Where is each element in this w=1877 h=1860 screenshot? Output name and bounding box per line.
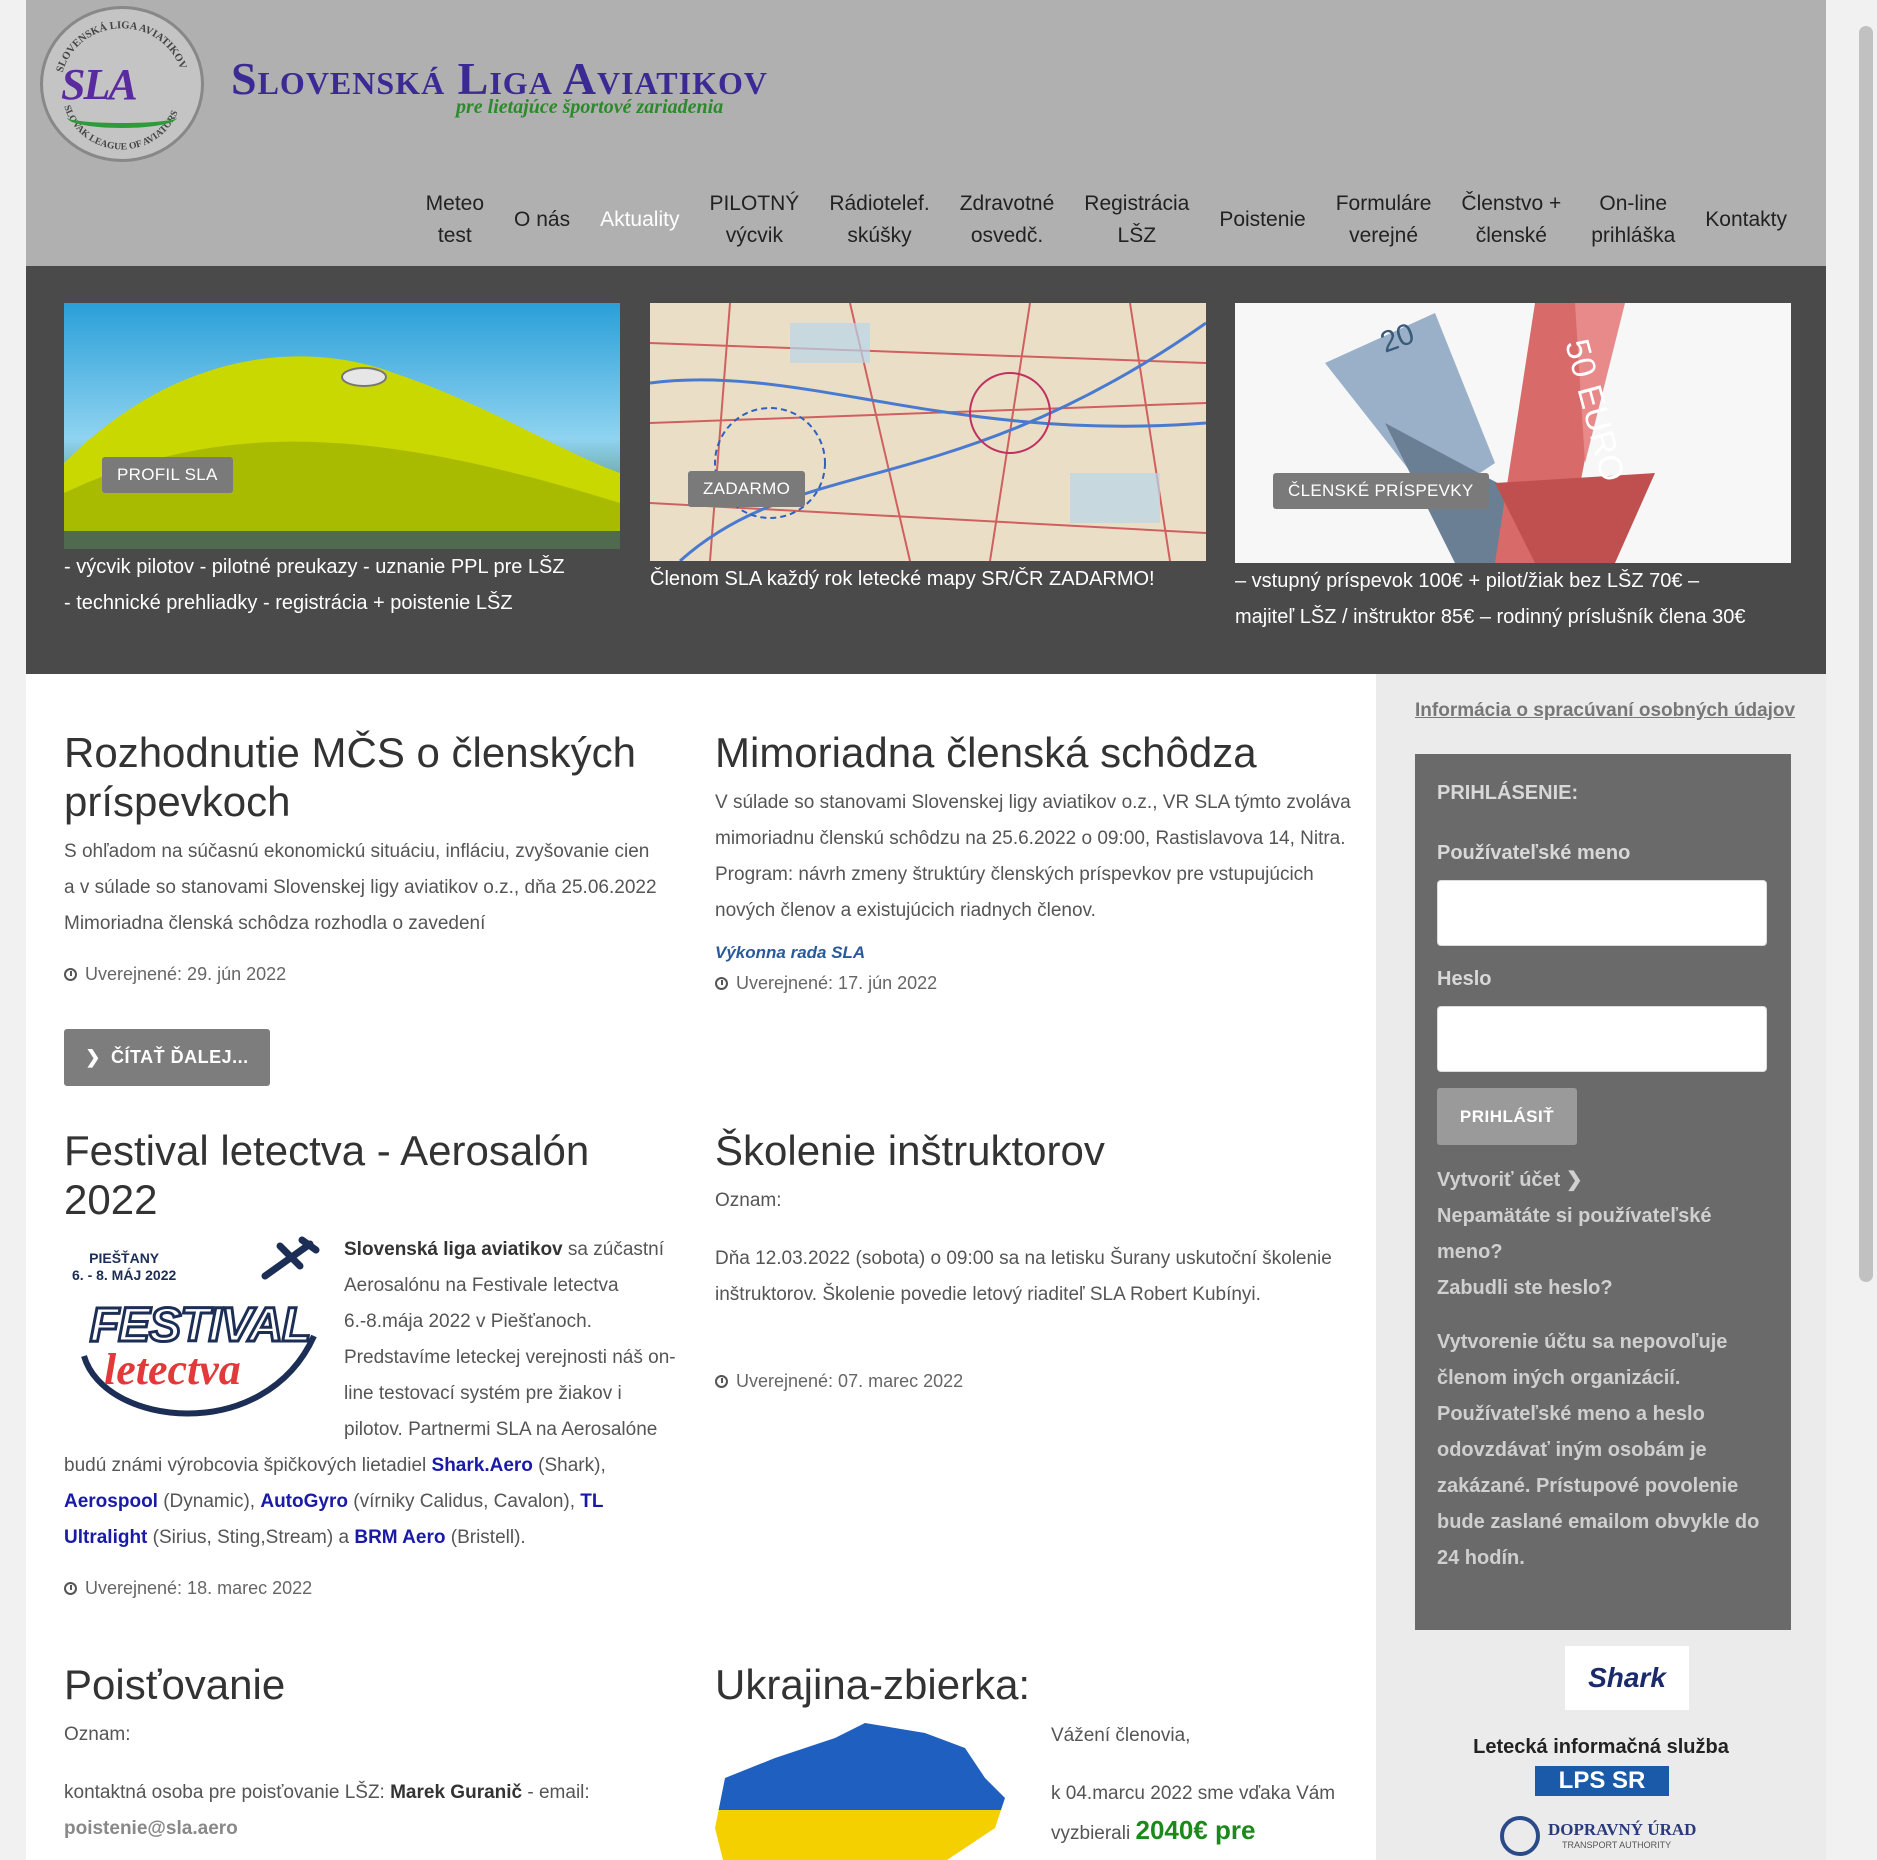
nav-o-nas[interactable]: O nás bbox=[499, 204, 585, 236]
featured-image-wing[interactable] bbox=[64, 303, 620, 549]
article-body: poistenie@sla.aero bbox=[64, 1811, 684, 1847]
email-link[interactable]: poistenie@sla.aero bbox=[64, 1818, 238, 1839]
nav-registracia[interactable]: Registrácia LŠZ bbox=[1069, 188, 1204, 252]
article-body: Oznam: bbox=[715, 1190, 782, 1211]
article-body: Oznam: bbox=[64, 1724, 131, 1745]
nav-pilotny-vycvik[interactable]: PILOTNÝ výcvik bbox=[694, 188, 814, 252]
article-date: Uverejnené: 18. marec 2022 bbox=[64, 1578, 684, 1599]
dopravny-urad-logo[interactable]: DOPRAVNÝ ÚRAD TRANSPORT AUTHORITY bbox=[1500, 1816, 1710, 1860]
nav-aktuality[interactable]: Aktuality bbox=[585, 204, 694, 236]
clock-icon bbox=[715, 1375, 728, 1388]
nav-poistenie[interactable]: Poistenie bbox=[1204, 204, 1320, 236]
featured-card-prispevky[interactable]: 20 50 EURO ČLENSKÉ PRÍSPEVKY – vstupný p… bbox=[1235, 303, 1791, 643]
link-shark-aero[interactable]: Shark.Aero bbox=[432, 1455, 533, 1476]
nav-formulare[interactable]: Formuláre verejné bbox=[1321, 188, 1447, 252]
logo-swoosh bbox=[67, 107, 177, 128]
article-title[interactable]: Festival letectva - Aerosalón 2022 bbox=[64, 1126, 684, 1224]
article-ukrajina-zbierka: Ukrajina-zbierka: Vážení členovia, k 04.… bbox=[715, 1660, 1355, 1860]
featured-tag[interactable]: ČLENSKÉ PRÍSPEVKY bbox=[1273, 473, 1489, 509]
nav-radiotelef[interactable]: Rádiotelef. skúšky bbox=[814, 188, 944, 252]
article-date: Uverejnené: 29. jún 2022 bbox=[64, 964, 664, 985]
du-emblem-icon bbox=[1500, 1816, 1540, 1856]
article-title[interactable]: Ukrajina-zbierka: bbox=[715, 1660, 1355, 1709]
article-title[interactable]: Rozhodnutie MČS o členských príspevkoch bbox=[64, 728, 664, 826]
nav-meteo[interactable]: Meteo test bbox=[411, 188, 499, 252]
article-body: k 04.marcu 2022 sme vďaka Vám vyzbierali… bbox=[1051, 1783, 1336, 1845]
scrollbar[interactable] bbox=[1855, 0, 1877, 1860]
lis-title: Letecká informačná služba bbox=[1473, 1736, 1729, 1758]
page: SLOVENSKÁ LIGA AVIATIKOV SLOVAK LEAGUE O… bbox=[26, 0, 1826, 1860]
forgot-username-link[interactable]: Nepamätáte si používateľské meno? bbox=[1437, 1198, 1777, 1270]
featured-caption-line: - výcvik pilotov - pilotné preukazy - uz… bbox=[64, 556, 565, 578]
shark-logo[interactable]: Shark bbox=[1565, 1646, 1689, 1710]
featured-band: PROFIL SLA - výcvik pilotov - pilotné pr… bbox=[26, 266, 1826, 674]
article-date: Uverejnené: 17. jún 2022 bbox=[715, 973, 1355, 994]
article-title[interactable]: Poisťovanie bbox=[64, 1660, 684, 1709]
article-skolenie-instruktorov: Školenie inštruktorov Oznam: Dňa 12.03.2… bbox=[715, 1126, 1355, 1392]
featured-card-mapy[interactable]: ZADARMO Členom SLA každý rok letecké map… bbox=[650, 303, 1206, 643]
article-clenske-prispevky: Rozhodnutie MČS o členských príspevkoch … bbox=[64, 728, 664, 985]
article-body: Vážení členovia, bbox=[1051, 1725, 1191, 1746]
logo-monogram: SLA bbox=[61, 60, 138, 109]
article-signature: Výkonna rada SLA bbox=[715, 943, 866, 962]
sla-logo[interactable]: SLOVENSKÁ LIGA AVIATIKOV SLOVAK LEAGUE O… bbox=[40, 6, 204, 162]
lps-sr-logo[interactable]: LPS SR bbox=[1535, 1766, 1669, 1796]
article-body: Dňa 12.03.2022 (sobota) o 09:00 sa na le… bbox=[715, 1248, 1332, 1305]
main-nav: Meteo test O nás Aktuality PILOTNÝ výcvik … bbox=[411, 190, 1802, 250]
privacy-link[interactable]: Informácia o spracúvaní osobných údajov bbox=[1415, 700, 1795, 722]
article-date: Uverejnené: 07. marec 2022 bbox=[715, 1371, 1355, 1392]
clock-icon bbox=[64, 1582, 77, 1595]
featured-image-map[interactable] bbox=[650, 303, 1206, 561]
sidebar: Informácia o spracúvaní osobných údajov … bbox=[1376, 674, 1826, 1860]
password-input[interactable] bbox=[1437, 1006, 1767, 1072]
featured-caption-line: majiteľ LŠZ / inštruktor 85€ – rodinný p… bbox=[1235, 606, 1746, 628]
login-note: Vytvorenie účtu sa nepovoľuje členom iný… bbox=[1437, 1331, 1760, 1569]
featured-caption-line: Členom SLA každý rok letecké mapy SR/ČR … bbox=[650, 568, 1155, 590]
featured-tag[interactable]: PROFIL SLA bbox=[102, 457, 233, 493]
username-label: Používateľské meno bbox=[1437, 842, 1631, 864]
login-box: PRIHLÁSENIE: Používateľské meno Heslo PR… bbox=[1415, 754, 1791, 1630]
login-title: PRIHLÁSENIE: bbox=[1437, 782, 1579, 804]
featured-card-profil[interactable]: PROFIL SLA - výcvik pilotov - pilotné pr… bbox=[64, 303, 620, 643]
clock-icon bbox=[64, 968, 77, 981]
clock-icon bbox=[715, 977, 728, 990]
featured-caption-line: – vstupný príspevok 100€ + pilot/žiak be… bbox=[1235, 570, 1700, 592]
login-button[interactable]: PRIHLÁSIŤ bbox=[1437, 1088, 1577, 1145]
article-body: V súlade so stanovami Slovenskej ligy av… bbox=[715, 792, 1351, 921]
chevron-right-icon: ❯ bbox=[1565, 1169, 1583, 1191]
featured-caption-line: - technické prehliadky - registrácia + p… bbox=[64, 592, 513, 614]
nav-clenstvo[interactable]: Členstvo + členské bbox=[1446, 188, 1576, 252]
username-input[interactable] bbox=[1437, 880, 1767, 946]
create-account-link[interactable]: Vytvoriť účet ❯ bbox=[1437, 1162, 1777, 1198]
featured-image-money-plane[interactable]: 20 50 EURO bbox=[1235, 303, 1791, 563]
forgot-password-link[interactable]: Zabudli ste heslo? bbox=[1437, 1270, 1777, 1306]
featured-tag[interactable]: ZADARMO bbox=[688, 471, 806, 507]
festival-logo-place: PIEŠŤANY bbox=[89, 1250, 160, 1266]
article-mimoriadna-schodza: Mimoriadna členská schôdza V súlade so s… bbox=[715, 728, 1355, 994]
password-label: Heslo bbox=[1437, 968, 1492, 990]
festival-logo-script: letectva bbox=[104, 1345, 241, 1394]
article-body: kontaktná osoba pre poisťovanie LŠZ: Mar… bbox=[64, 1782, 590, 1803]
site-subtitle: pre lietajúce športové zariadenia bbox=[456, 96, 724, 118]
link-autogyro[interactable]: AutoGyro bbox=[260, 1491, 348, 1512]
ukraine-map-flag bbox=[715, 1723, 1005, 1860]
nav-kontakty[interactable]: Kontakty bbox=[1690, 204, 1802, 236]
link-brm-aero[interactable]: BRM Aero bbox=[354, 1527, 445, 1548]
link-aerospool[interactable]: Aerospool bbox=[64, 1491, 158, 1512]
site-header: SLOVENSKÁ LIGA AVIATIKOV SLOVAK LEAGUE O… bbox=[26, 0, 1826, 266]
read-more-button[interactable]: ❯ ČÍTAŤ ĎALEJ... bbox=[64, 1029, 270, 1086]
festival-logo: PIEŠŤANY 6. - 8. MÁJ 2022 FESTIVAL letec… bbox=[64, 1236, 336, 1426]
nav-online-prihlaska[interactable]: On-line prihláška bbox=[1576, 188, 1690, 252]
article-title[interactable]: Mimoriadna členská schôdza bbox=[715, 728, 1355, 777]
article-title[interactable]: Školenie inštruktorov bbox=[715, 1126, 1355, 1175]
chevron-right-icon: ❯ bbox=[85, 1047, 101, 1067]
article-body: S ohľadom na súčasnú ekonomickú situáciu… bbox=[64, 841, 657, 934]
scrollbar-thumb[interactable] bbox=[1859, 26, 1873, 1282]
article-poistovanie: Poisťovanie Oznam: kontaktná osoba pre p… bbox=[64, 1660, 684, 1847]
nav-zdravotne[interactable]: Zdravotné osvedč. bbox=[945, 188, 1070, 252]
article-festival-letectva: Festival letectva - Aerosalón 2022 PIEŠŤ… bbox=[64, 1126, 684, 1599]
